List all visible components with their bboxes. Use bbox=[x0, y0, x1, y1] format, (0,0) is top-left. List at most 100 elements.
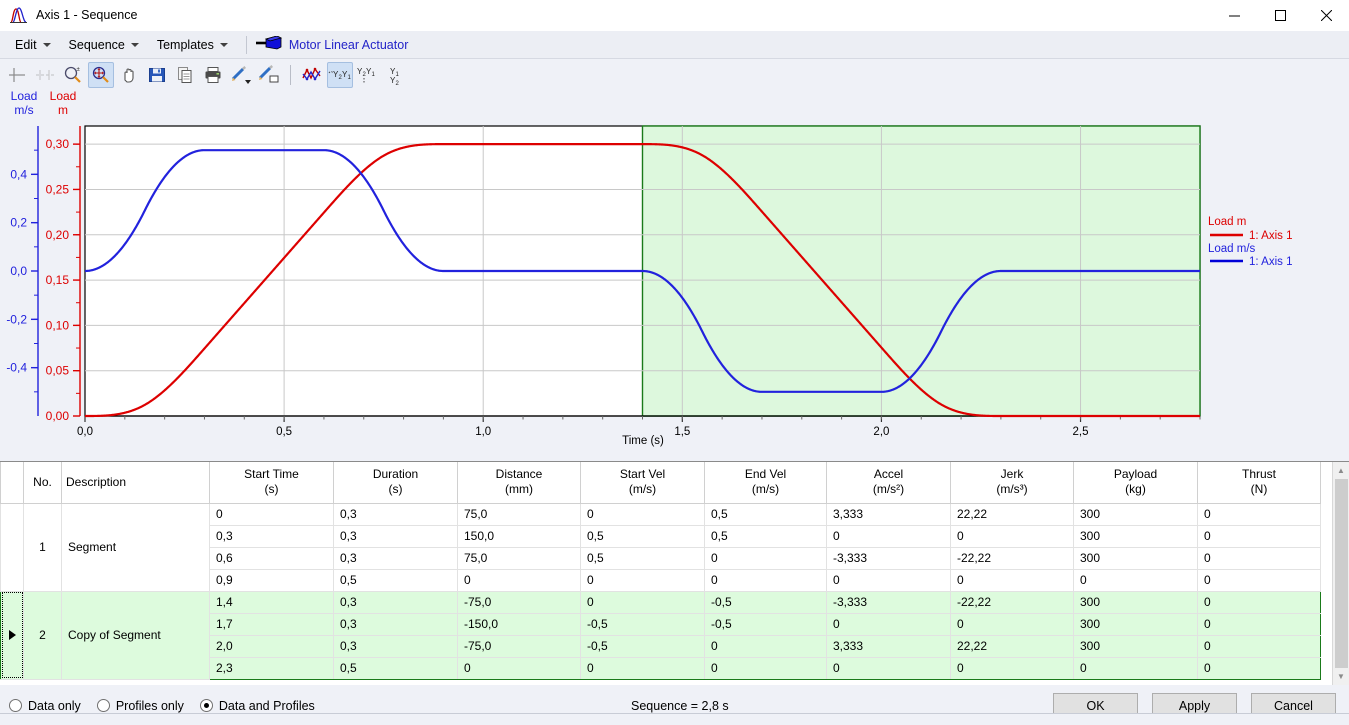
cell-jerk[interactable]: 0 bbox=[950, 524, 1074, 548]
cell-jerk[interactable]: -22,22 bbox=[950, 546, 1074, 570]
cell-start-vel[interactable]: -0,5 bbox=[580, 634, 705, 658]
cell-start-time[interactable]: 0,3 bbox=[209, 524, 334, 548]
zoom-icon[interactable]: ± bbox=[60, 62, 86, 88]
cell-accel[interactable]: -3,333 bbox=[826, 590, 951, 614]
copy-icon[interactable] bbox=[172, 62, 198, 88]
cell-jerk[interactable]: 0 bbox=[950, 612, 1074, 636]
cell-duration[interactable]: 0,3 bbox=[333, 524, 458, 548]
y1y2-stacked-icon[interactable]: Y 1 Y 2 bbox=[383, 62, 409, 88]
radio-data-and-profiles[interactable]: Data and Profiles bbox=[199, 699, 315, 713]
cell-jerk[interactable]: 0 bbox=[950, 656, 1074, 680]
cell-end-vel[interactable]: 0 bbox=[704, 656, 827, 680]
cell-end-vel[interactable]: 0,5 bbox=[704, 524, 827, 548]
print-icon[interactable] bbox=[200, 62, 226, 88]
cell-payload[interactable]: 0 bbox=[1073, 656, 1198, 680]
cell-distance[interactable]: -75,0 bbox=[457, 590, 581, 614]
cell-distance[interactable]: 0 bbox=[457, 568, 581, 592]
column-header-no-[interactable]: No. bbox=[23, 462, 62, 504]
cell-thrust[interactable]: 0 bbox=[1197, 590, 1321, 614]
cell-distance[interactable]: -75,0 bbox=[457, 634, 581, 658]
cell-start-vel[interactable]: 0 bbox=[580, 568, 705, 592]
cell-end-vel[interactable]: -0,5 bbox=[704, 590, 827, 614]
cell-payload[interactable]: 300 bbox=[1073, 524, 1198, 548]
y2y1-split-icon[interactable]: Y 2 Y 1 bbox=[355, 62, 381, 88]
segment-description-cell[interactable]: Segment bbox=[61, 502, 210, 592]
scroll-thumb[interactable] bbox=[1334, 479, 1348, 668]
cell-accel[interactable]: 3,333 bbox=[826, 502, 951, 526]
scroll-down-icon[interactable]: ▼ bbox=[1333, 668, 1349, 685]
pencil-dropdown-icon[interactable] bbox=[228, 62, 254, 88]
column-header-start-vel[interactable]: Start Vel (m/s) bbox=[580, 462, 705, 504]
column-header-thrust[interactable]: Thrust (N) bbox=[1197, 462, 1321, 504]
cell-duration[interactable]: 0,5 bbox=[333, 568, 458, 592]
cell-start-time[interactable]: 2,3 bbox=[209, 656, 334, 680]
cell-thrust[interactable]: 0 bbox=[1197, 634, 1321, 658]
save-icon[interactable] bbox=[144, 62, 170, 88]
cell-thrust[interactable]: 0 bbox=[1197, 612, 1321, 636]
scroll-track[interactable] bbox=[1333, 479, 1349, 668]
cell-start-vel[interactable]: 0 bbox=[580, 656, 705, 680]
hand-icon[interactable] bbox=[116, 62, 142, 88]
column-header-duration[interactable]: Duration (s) bbox=[333, 462, 458, 504]
cell-distance[interactable]: 150,0 bbox=[457, 524, 581, 548]
cell-thrust[interactable]: 0 bbox=[1197, 524, 1321, 548]
cell-end-vel[interactable]: -0,5 bbox=[704, 612, 827, 636]
cell-distance[interactable]: 75,0 bbox=[457, 546, 581, 570]
scroll-up-icon[interactable]: ▲ bbox=[1333, 462, 1349, 479]
cell-start-time[interactable]: 0 bbox=[209, 502, 334, 526]
sequence-chart[interactable]: Load m/s Load m 0,4 0,2 0,0 -0,2 -0,4 0,30 0,… bbox=[0, 91, 1349, 455]
cell-start-vel[interactable]: -0,5 bbox=[580, 612, 705, 636]
table-row[interactable]: 1 Segment 0 0,3 75,0 0 0,5 3,333 22,22 300 0 bbox=[0, 502, 1321, 592]
cell-payload[interactable]: 0 bbox=[1073, 568, 1198, 592]
cell-accel[interactable]: 0 bbox=[826, 524, 951, 548]
cell-thrust[interactable]: 0 bbox=[1197, 568, 1321, 592]
menu-templates[interactable]: Templates bbox=[148, 34, 237, 56]
table-row[interactable]: 2 Copy of Segment 1,4 0,3 -75,0 0 -0,5 -3,333 -2… bbox=[0, 590, 1321, 680]
table-body[interactable]: 1 Segment 0 0,3 75,0 0 0,5 3,333 22,22 300 0 0,3 0,3… bbox=[0, 502, 1321, 680]
cell-accel[interactable]: -3,333 bbox=[826, 546, 951, 570]
maximize-button[interactable] bbox=[1257, 0, 1303, 31]
cell-payload[interactable]: 300 bbox=[1073, 612, 1198, 636]
column-header-blank[interactable] bbox=[0, 462, 24, 504]
column-header-jerk[interactable]: Jerk (m/s³) bbox=[950, 462, 1074, 504]
cell-accel[interactable]: 0 bbox=[826, 612, 951, 636]
menu-edit[interactable]: Edit bbox=[6, 34, 60, 56]
row-selector-cell[interactable] bbox=[0, 502, 24, 592]
cell-jerk[interactable]: 0 bbox=[950, 568, 1074, 592]
y2y1-overlay-icon[interactable]: Y 2 Y 1 bbox=[327, 62, 353, 88]
column-header-description[interactable]: Description bbox=[61, 462, 210, 504]
column-header-start-time[interactable]: Start Time (s) bbox=[209, 462, 334, 504]
cell-start-vel[interactable]: 0 bbox=[580, 502, 705, 526]
minimize-button[interactable] bbox=[1211, 0, 1257, 31]
cell-thrust[interactable]: 0 bbox=[1197, 546, 1321, 570]
cell-payload[interactable]: 300 bbox=[1073, 634, 1198, 658]
cell-payload[interactable]: 300 bbox=[1073, 590, 1198, 614]
cell-distance[interactable]: 0 bbox=[457, 656, 581, 680]
cell-accel[interactable]: 0 bbox=[826, 568, 951, 592]
cell-start-time[interactable]: 0,9 bbox=[209, 568, 334, 592]
cell-start-time[interactable]: 1,7 bbox=[209, 612, 334, 636]
column-header-distance[interactable]: Distance (mm) bbox=[457, 462, 581, 504]
cell-end-vel[interactable]: 0,5 bbox=[704, 502, 827, 526]
menu-sequence[interactable]: Sequence bbox=[60, 34, 148, 56]
cell-end-vel[interactable]: 0 bbox=[704, 634, 827, 658]
cell-payload[interactable]: 300 bbox=[1073, 502, 1198, 526]
cell-start-time[interactable]: 0,6 bbox=[209, 546, 334, 570]
cell-thrust[interactable]: 0 bbox=[1197, 502, 1321, 526]
chart-area[interactable]: Load m/s Load m 0,4 0,2 0,0 -0,2 -0,4 0,30 0,… bbox=[0, 91, 1349, 455]
column-header-end-vel[interactable]: End Vel (m/s) bbox=[704, 462, 827, 504]
cell-duration[interactable]: 0,3 bbox=[333, 546, 458, 570]
cell-duration[interactable]: 0,3 bbox=[333, 502, 458, 526]
cell-end-vel[interactable]: 0 bbox=[704, 568, 827, 592]
cell-jerk[interactable]: -22,22 bbox=[950, 590, 1074, 614]
cell-thrust[interactable]: 0 bbox=[1197, 656, 1321, 680]
column-header-payload[interactable]: Payload (kg) bbox=[1073, 462, 1198, 504]
add-point-icon[interactable] bbox=[4, 62, 30, 88]
curves-icon[interactable] bbox=[299, 62, 325, 88]
segment-number-cell[interactable]: 1 bbox=[23, 502, 62, 592]
cell-start-time[interactable]: 2,0 bbox=[209, 634, 334, 658]
cell-duration[interactable]: 0,3 bbox=[333, 634, 458, 658]
pencil-edit-icon[interactable] bbox=[256, 62, 282, 88]
cell-end-vel[interactable]: 0 bbox=[704, 546, 827, 570]
cell-start-time[interactable]: 1,4 bbox=[209, 590, 334, 614]
